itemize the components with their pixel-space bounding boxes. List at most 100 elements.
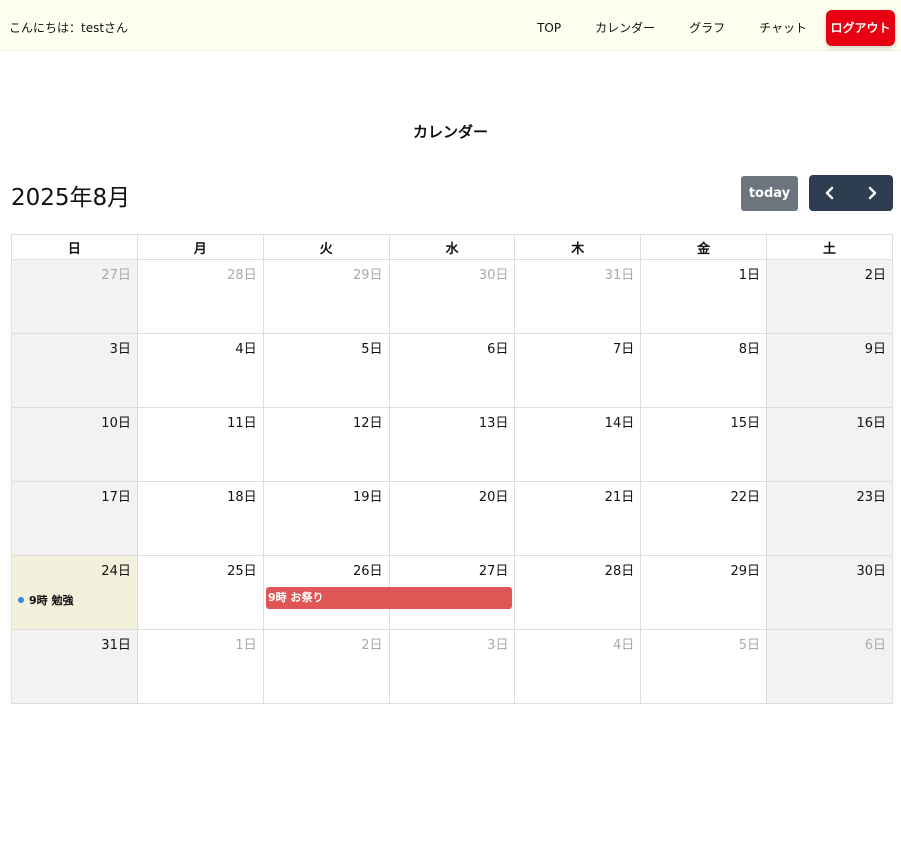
day-number: 1日 [235, 638, 257, 653]
day-number: 3日 [109, 342, 131, 357]
event-time: 9時 [29, 594, 48, 607]
day-number: 9日 [864, 342, 886, 357]
day-cell[interactable]: 7日 [514, 333, 642, 408]
day-cell-today[interactable]: 24日 9時 勉強 [11, 555, 138, 630]
day-cell[interactable]: 2日 [262, 629, 390, 704]
day-number: 5日 [361, 342, 383, 357]
weekday-header: 日 [11, 234, 138, 260]
day-cell[interactable]: 29日 [640, 555, 768, 630]
day-cell[interactable]: 27日 [11, 259, 138, 334]
day-cell[interactable]: 5日 [640, 629, 768, 704]
app-header: こんにちは：testさん TOP カレンダー グラフ チャット ログアウト [0, 0, 901, 51]
day-cell[interactable]: 1日 [136, 629, 264, 704]
nav-link-top[interactable]: TOP [520, 10, 578, 46]
day-cell[interactable]: 5日 [262, 333, 390, 408]
day-cell[interactable]: 4日 [514, 629, 642, 704]
day-cell[interactable]: 1日 [640, 259, 768, 334]
greeting-text: こんにちは：testさん [9, 21, 129, 35]
day-number: 5日 [738, 638, 761, 653]
day-cell[interactable]: 19日 [262, 481, 390, 556]
event-study[interactable]: 9時 勉強 [18, 592, 74, 608]
day-cell[interactable]: 23日 [766, 481, 893, 556]
day-number: 2日 [361, 638, 383, 653]
prev-month-button[interactable] [809, 175, 851, 211]
day-cell[interactable]: 16日 [766, 407, 893, 482]
weekday-header: 月 [136, 234, 264, 260]
day-number: 24日 [101, 564, 131, 579]
day-number: 30日 [478, 268, 509, 283]
day-number: 31日 [101, 638, 131, 653]
nav-link-calendar[interactable]: カレンダー [578, 10, 672, 46]
day-cell[interactable]: 11日 [136, 407, 264, 482]
day-cell[interactable]: 8日 [640, 333, 768, 408]
weekday-header: 土 [766, 234, 893, 260]
day-cell[interactable]: 12日 [262, 407, 390, 482]
today-button[interactable]: today [741, 176, 798, 211]
day-cell[interactable]: 31日 [514, 259, 642, 334]
weekday-header: 水 [388, 234, 516, 260]
day-number: 23日 [856, 490, 886, 505]
day-number: 30日 [856, 564, 886, 579]
day-cell[interactable]: 22日 [640, 481, 768, 556]
day-cell[interactable]: 30日 [766, 555, 893, 630]
day-cell[interactable]: 28日 [514, 555, 642, 630]
day-number: 29日 [352, 268, 383, 283]
day-number: 15日 [730, 416, 761, 431]
day-number: 19日 [352, 490, 383, 505]
day-cell[interactable]: 31日 [11, 629, 138, 704]
day-cell[interactable]: 10日 [11, 407, 138, 482]
day-number: 31日 [604, 268, 635, 283]
event-time: 9時 [268, 591, 287, 604]
day-number: 29日 [730, 564, 761, 579]
day-number: 10日 [101, 416, 131, 431]
day-cell[interactable]: 21日 [514, 481, 642, 556]
page-title: カレンダー [412, 123, 488, 141]
day-number: 20日 [478, 490, 509, 505]
weekday-header-row: 日 月 火 水 木 金 土 [11, 234, 893, 260]
day-cell[interactable]: 6日 [388, 333, 516, 408]
day-number: 3日 [487, 638, 509, 653]
day-number: 7日 [612, 342, 635, 357]
day-number: 6日 [864, 638, 886, 653]
day-number: 2日 [864, 268, 886, 283]
nav-link-graph[interactable]: グラフ [672, 10, 742, 46]
day-number: 27日 [101, 268, 131, 283]
month-nav-group [809, 175, 893, 211]
day-cell[interactable]: 15日 [640, 407, 768, 482]
day-cell[interactable]: 17日 [11, 481, 138, 556]
day-cell[interactable]: 13日 [388, 407, 516, 482]
day-cell[interactable]: 2日 [766, 259, 893, 334]
weekday-header: 木 [514, 234, 642, 260]
day-cell[interactable]: 30日 [388, 259, 516, 334]
week-row: 3日 4日 5日 6日 7日 8日 9日 [11, 333, 893, 408]
day-cell[interactable]: 14日 [514, 407, 642, 482]
day-cell[interactable]: 28日 [136, 259, 264, 334]
day-number: 1日 [738, 268, 761, 283]
logout-button[interactable]: ログアウト [826, 10, 895, 46]
day-cell[interactable]: 4日 [136, 333, 264, 408]
day-cell[interactable]: 3日 [388, 629, 516, 704]
day-number: 8日 [738, 342, 761, 357]
main-nav: TOP カレンダー グラフ チャット ログアウト [520, 10, 895, 46]
day-number: 11日 [227, 416, 257, 431]
day-number: 27日 [478, 564, 509, 579]
event-title: お祭り [290, 591, 324, 604]
day-cell[interactable]: 29日 [262, 259, 390, 334]
calendar-month-title: 2025年8月 [11, 185, 131, 211]
day-number: 25日 [227, 564, 257, 579]
event-festival[interactable]: 9時 お祭り [266, 587, 512, 609]
day-cell[interactable]: 6日 [766, 629, 893, 704]
day-cell[interactable]: 3日 [11, 333, 138, 408]
calendar-grid: 日 月 火 水 木 金 土 27日 28日 29日 30日 31日 1日 2日 … [11, 234, 893, 704]
day-number: 14日 [604, 416, 635, 431]
next-month-button[interactable] [851, 175, 893, 211]
day-cell[interactable]: 9日 [766, 333, 893, 408]
day-number: 16日 [856, 416, 886, 431]
day-number: 18日 [227, 490, 257, 505]
day-cell[interactable]: 20日 [388, 481, 516, 556]
day-cell[interactable]: 25日 [136, 555, 264, 630]
week-row: 31日 1日 2日 3日 4日 5日 6日 [11, 629, 893, 704]
chevron-right-icon [868, 186, 877, 200]
day-cell[interactable]: 18日 [136, 481, 264, 556]
nav-link-chat[interactable]: チャット [742, 10, 824, 46]
